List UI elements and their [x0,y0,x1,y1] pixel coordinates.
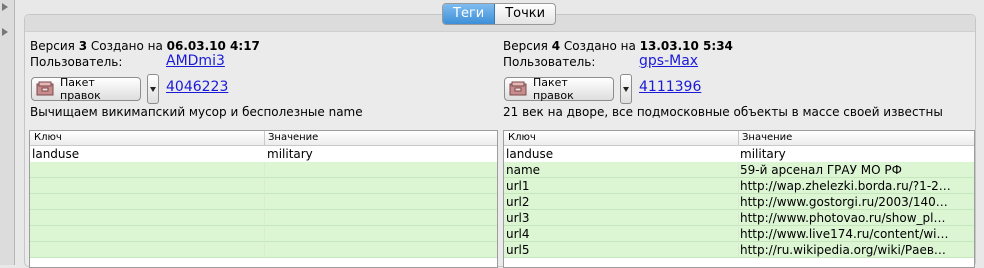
changeset-button-label: Пакет правок [60,76,101,102]
tag-key: url3 [506,211,530,225]
version-number: 3 [78,39,88,53]
column-separator[interactable] [264,131,265,145]
table-row[interactable]: url5 http://ru.wikipedia.org/wiki/Раев… [504,242,974,258]
expand-arrow-icon[interactable] [2,28,8,36]
user-label: Пользователь: [30,55,123,69]
table-header: Ключ Значение [504,131,974,146]
tab-bar: Теги Точки [442,3,557,25]
tag-key: name [506,163,541,177]
tag-value: http://wap.zhelezki.borda.ru/?1-2… [740,179,951,193]
changeset-comment: 21 век на дворе, все подмосковные объект… [503,105,943,119]
user-link[interactable]: gps-Max [639,53,698,69]
changeset-icon [36,81,54,97]
version-info: Версия 3 Создано на 06.03.10 4:17 [30,39,260,53]
created-date: 13.03.10 5:34 [639,39,733,53]
column-header-value[interactable]: Значение [742,132,792,143]
column-header-key[interactable]: Ключ [34,132,62,143]
created-label: Создано на [90,39,163,53]
tab-tags[interactable]: Теги [443,4,496,24]
version-prefix: Версия [503,39,548,53]
table-row[interactable]: name 59-й арсенал ГРАУ МО РФ [504,162,974,178]
empty-row [30,242,497,258]
tag-value: military [267,147,313,161]
tag-key: landuse [32,147,80,161]
changeset-button[interactable]: Пакет правок [31,76,141,102]
tag-key: url5 [506,243,530,257]
empty-row [30,226,497,242]
table-row[interactable]: url2 http://www.gostorgi.ru/2003/140… [504,194,974,210]
table-row[interactable]: url3 http://www.photovao.ru/show_pl… [504,210,974,226]
changeset-icon [509,81,527,97]
tag-value: 59-й арсенал ГРАУ МО РФ [740,163,902,177]
empty-row [30,194,497,210]
table-header: Ключ Значение [30,131,497,146]
tag-key: landuse [506,147,554,161]
dropdown-arrow-icon[interactable] [620,74,632,104]
empty-row [30,178,497,194]
version-prefix: Версия [30,39,75,53]
dropdown-arrow-icon[interactable] [147,74,159,104]
empty-row [30,162,497,178]
table-row[interactable]: url4 http://www.live174.ru/content/wi… [504,226,974,242]
changeset-comment: Вычищаем викимапский мусор и бесполезные… [30,105,363,119]
changeset-link[interactable]: 4111396 [639,79,701,95]
column-header-key[interactable]: Ключ [508,132,536,143]
table-row[interactable]: landuse military [504,146,974,162]
table-row[interactable]: landuse military [30,146,497,162]
changeset-button[interactable]: Пакет правок [504,76,614,102]
empty-row [30,210,497,226]
tab-points[interactable]: Точки [495,4,555,24]
history-panel: Версия 3 Создано на 06.03.10 4:17 Пользо… [24,14,976,268]
version-number: 4 [551,39,561,53]
tag-key: url4 [506,227,530,241]
table-row[interactable]: url1 http://wap.zhelezki.borda.ru/?1-2… [504,178,974,194]
tag-value: http://www.photovao.ru/show_pl… [740,211,946,225]
tag-value: http://ru.wikipedia.org/wiki/Раев… [740,243,946,257]
tag-value: http://www.live174.ru/content/wi… [740,227,949,241]
changeset-link[interactable]: 4046223 [166,79,228,95]
changeset-button-label: Пакет правок [533,76,574,102]
created-date: 06.03.10 4:17 [166,39,260,53]
column-header-value[interactable]: Значение [268,132,318,143]
created-label: Создано на [563,39,636,53]
window-edge-strip [0,0,15,265]
tags-table[interactable]: Ключ Значение landuse military [29,130,498,268]
column-separator[interactable] [738,131,739,145]
version-info: Версия 4 Создано на 13.03.10 5:34 [503,39,733,53]
tag-key: url1 [506,179,530,193]
tag-value: http://www.gostorgi.ru/2003/140… [740,195,948,209]
tags-table[interactable]: Ключ Значение landuse military name 59-й… [503,130,975,268]
expand-arrow-icon[interactable] [2,3,8,11]
tag-key: url2 [506,195,530,209]
user-link[interactable]: AMDmi3 [166,53,225,69]
user-label: Пользователь: [503,55,596,69]
tag-value: military [740,147,786,161]
